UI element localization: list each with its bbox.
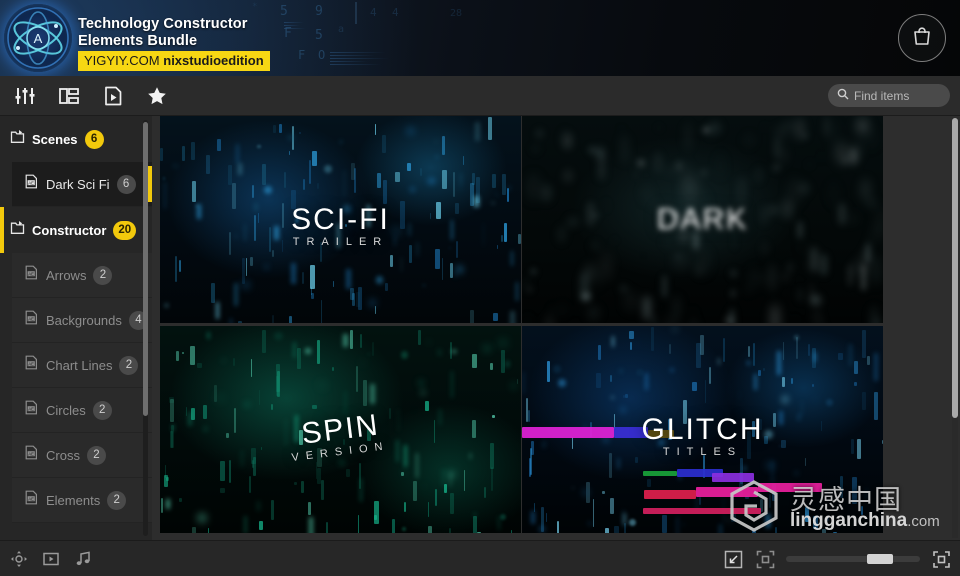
search-icon (837, 87, 849, 105)
watermark-domain: .com (907, 513, 940, 530)
cart-button[interactable] (898, 14, 946, 62)
group-accent-bar (0, 207, 4, 253)
badge-brand: nixstudioedition (163, 53, 264, 68)
sidebar-item-label: Backgrounds (46, 312, 122, 328)
sidebar-item-label: Dark Sci Fi (46, 176, 110, 192)
thumbnail-subtitle: TRAILER (292, 236, 389, 249)
sidebar-item-circles[interactable]: AE Circles 2 (12, 388, 152, 433)
sidebar-item-count: 2 (92, 400, 112, 420)
sidebar-group-count: 6 (84, 129, 104, 149)
bottom-left-icons (8, 541, 94, 576)
audio-note-icon[interactable] (72, 548, 94, 570)
ae-file-icon: AE (24, 310, 39, 330)
ae-file-icon: AE (24, 355, 39, 375)
folder-icon (10, 220, 25, 240)
atom-logo-icon: A (4, 4, 72, 72)
sidebar-item-label: Cross (46, 447, 80, 463)
sidebar-scrollbar-thumb[interactable] (143, 122, 148, 416)
gallery-item[interactable]: SPIN VERSION (160, 326, 521, 533)
file-play-icon[interactable] (100, 83, 126, 109)
thumbnail-title: SCI-FI (291, 202, 390, 236)
thumbnail-subtitle: TITLES (662, 446, 743, 459)
svg-text:AE: AE (28, 180, 34, 185)
gallery-item[interactable]: GLITCH TITLES (522, 326, 883, 533)
ae-file-icon: AE (24, 265, 39, 285)
search-box[interactable] (828, 84, 950, 107)
list-view-icon[interactable] (56, 83, 82, 109)
gallery-panel: SCI-FI TRAILER DARK SPIN VERSION GLITCH TITLES… (152, 116, 960, 540)
thumbnail-title: DARK (656, 202, 749, 236)
sidebar-item-dark-sci-fi[interactable]: AE Dark Sci Fi 6 (12, 162, 152, 207)
sidebar-group-constructor[interactable]: Constructor 20 (0, 207, 152, 253)
sidebar-group-scenes[interactable]: Scenes 6 (0, 116, 152, 162)
sidebar-group-count: 20 (113, 220, 137, 240)
fit-icon[interactable] (754, 548, 776, 570)
zoom-slider-knob[interactable] (867, 554, 893, 564)
bottom-bar (0, 540, 960, 576)
sidebar-item-elements[interactable]: AE Elements 2 (12, 478, 152, 523)
sidebar-item-count: 2 (86, 445, 106, 465)
gallery-scrollbar-thumb[interactable] (952, 118, 958, 418)
toolbar-icon-group (6, 76, 170, 116)
zoom-slider[interactable] (786, 554, 920, 564)
star-icon[interactable] (144, 83, 170, 109)
sidebar-group-label: Constructor (32, 222, 107, 238)
header-tech-glyphs: 5 9 4 4 28 F 5 a F O * (252, 0, 680, 76)
toolbar (0, 76, 960, 116)
ae-file-icon: AE (24, 174, 39, 194)
app-header: 5 9 4 4 28 F 5 a F O * A Technology Cons… (0, 0, 960, 76)
svg-text:A: A (34, 31, 43, 46)
folder-icon (10, 129, 25, 149)
svg-text:AE: AE (28, 451, 34, 456)
sidebar-item-count: 2 (93, 265, 113, 285)
svg-text:AE: AE (28, 316, 34, 321)
sidebar-item-label: Circles (46, 402, 86, 418)
svg-text:AE: AE (28, 361, 34, 366)
badge-site: YIGYIY.COM (84, 53, 160, 68)
sidebar-item-arrows[interactable]: AE Arrows 2 (12, 253, 152, 298)
ae-file-icon: AE (24, 490, 39, 510)
sidebar-item-cross[interactable]: AE Cross 2 (12, 433, 152, 478)
expand-icon[interactable] (722, 548, 744, 570)
pan-move-icon[interactable] (8, 548, 30, 570)
video-preview-icon[interactable] (40, 548, 62, 570)
sidebar-item-chart-lines[interactable]: AE Chart Lines 2 (12, 343, 152, 388)
sidebar-item-backgrounds[interactable]: AE Backgrounds 4 (12, 298, 152, 343)
thumbnail-title: GLITCH (641, 412, 764, 446)
svg-text:AE: AE (28, 406, 34, 411)
sidebar-item-count: 2 (107, 490, 127, 510)
fullscreen-icon[interactable] (930, 548, 952, 570)
shopping-bag-icon (911, 25, 933, 52)
sidebar-item-label: Elements (46, 492, 101, 508)
page-title: Technology Constructor Elements Bundle (78, 16, 248, 49)
gallery-item[interactable]: DARK (522, 116, 883, 323)
app-window: 5 9 4 4 28 F 5 a F O * A Technology Cons… (0, 0, 960, 576)
gallery-item[interactable]: SCI-FI TRAILER (160, 116, 521, 323)
ae-file-icon: AE (24, 445, 39, 465)
sidebar-item-label: Arrows (46, 267, 87, 283)
svg-text:AE: AE (28, 496, 34, 501)
sidebar: Scenes 6 AE Dark Sci Fi 6 Constructor 20 AE Arro… (0, 116, 152, 540)
sidebar-item-count: 6 (116, 174, 136, 194)
svg-text:AE: AE (28, 271, 34, 276)
ae-file-icon: AE (24, 400, 39, 420)
sidebar-item-label: Chart Lines (46, 357, 113, 373)
search-input[interactable] (854, 88, 946, 103)
sidebar-item-count: 2 (119, 355, 139, 375)
bottom-right-controls (722, 541, 952, 576)
brand-badge: YIGYIY.COM nixstudioedition (78, 51, 270, 71)
sliders-icon[interactable] (12, 83, 38, 109)
sidebar-group-label: Scenes (32, 131, 78, 147)
